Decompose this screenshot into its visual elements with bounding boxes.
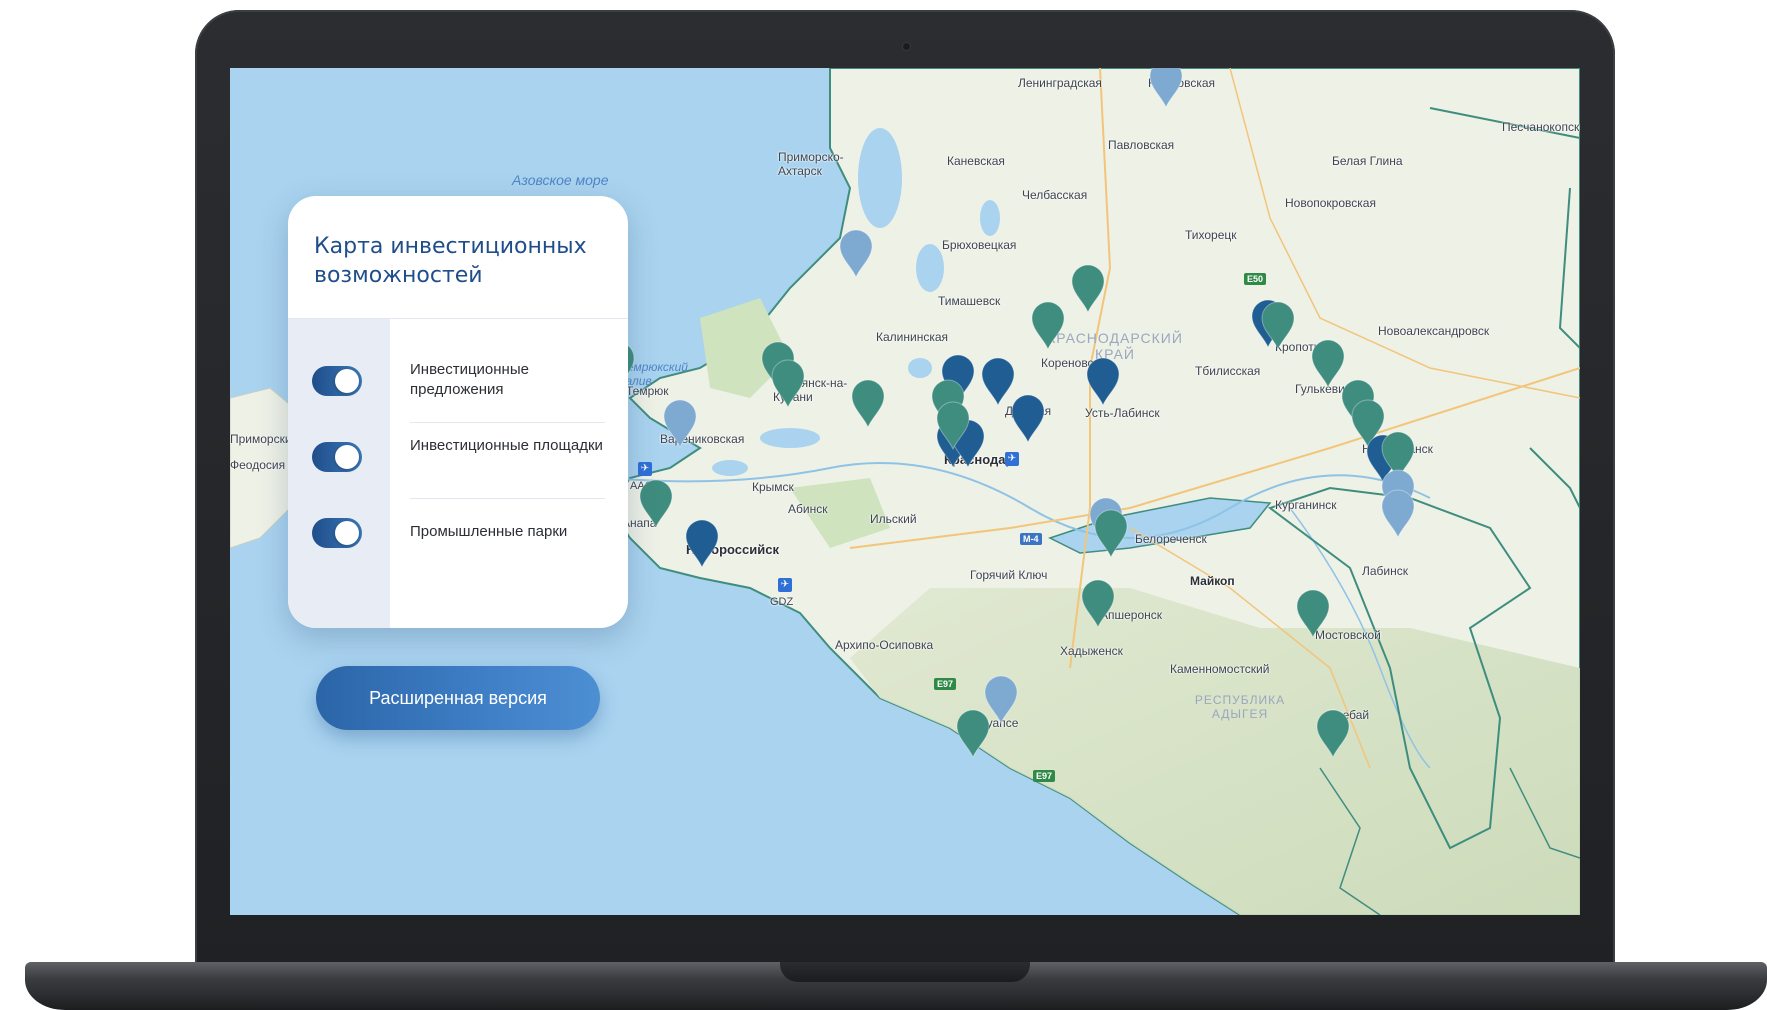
pin-shape bbox=[1081, 579, 1115, 628]
place-label: Ильский bbox=[870, 512, 917, 526]
place-label: Крымск bbox=[752, 480, 794, 494]
layers-panel: Карта инвестиционных возможностей Инвест… bbox=[288, 196, 628, 628]
pin-shape bbox=[1086, 357, 1120, 406]
layer-row-investment-offers[interactable]: Инвестиционные предложения bbox=[288, 348, 628, 414]
pin-shape bbox=[771, 359, 805, 408]
place-label: Курганинск bbox=[1275, 498, 1337, 512]
camera-icon bbox=[902, 42, 911, 51]
place-label: Усть-Лабинск bbox=[1085, 406, 1160, 420]
place-label: Брюховецкая bbox=[942, 238, 1017, 252]
place-label: Каменномостский bbox=[1170, 662, 1270, 676]
toggle-label: Инвестиционные площадки bbox=[410, 437, 603, 454]
pin-shape bbox=[851, 379, 885, 428]
place-label: Хадыженск bbox=[1060, 644, 1123, 658]
place-label: Майкоп bbox=[1190, 574, 1235, 588]
place-label: Приморско-Ахтарск bbox=[778, 150, 844, 178]
map-pin-icon[interactable] bbox=[838, 228, 874, 278]
pin-shape bbox=[839, 229, 873, 278]
airport-code: GDZ bbox=[770, 596, 794, 608]
pin-shape bbox=[1381, 489, 1415, 538]
pin-shape bbox=[639, 479, 673, 528]
pin-shape bbox=[1261, 301, 1295, 350]
pin-shape bbox=[1011, 394, 1045, 443]
map-pin-icon[interactable] bbox=[1093, 508, 1129, 558]
airport-icon[interactable]: ✈ bbox=[638, 462, 652, 476]
place-label: Лабинск bbox=[1362, 564, 1409, 578]
pin-shape bbox=[663, 399, 697, 448]
pin-shape bbox=[1031, 301, 1065, 350]
toggle-label: Инвестиционные предложения bbox=[410, 361, 529, 398]
pin-shape bbox=[1316, 709, 1350, 758]
map-pin-icon[interactable] bbox=[1085, 356, 1121, 406]
place-label: Новопокровская bbox=[1285, 196, 1376, 210]
map-pin-icon[interactable] bbox=[638, 478, 674, 528]
map-pin-icon[interactable] bbox=[684, 518, 720, 568]
screen: Азовское море Темрюкский залив КРАСНОДАР… bbox=[230, 68, 1580, 915]
place-label: Калининская bbox=[876, 330, 949, 344]
place-label: Тихорецк bbox=[1185, 228, 1237, 242]
road-shield: E97 bbox=[934, 678, 957, 690]
place-label: Павловская bbox=[1108, 138, 1175, 152]
extended-version-button[interactable]: Расширенная версия bbox=[316, 666, 600, 730]
place-label: Горячий Ключ bbox=[970, 568, 1048, 582]
pin-shape bbox=[1094, 509, 1128, 558]
map-pin-icon[interactable] bbox=[1080, 578, 1116, 628]
map-pin-icon[interactable] bbox=[1295, 588, 1331, 638]
road-shield: E97 bbox=[1033, 770, 1056, 782]
place-label: Белая Глина bbox=[1332, 154, 1403, 168]
pin-shape bbox=[1149, 68, 1183, 108]
sea-label-azov: Азовское море bbox=[512, 172, 609, 188]
place-label: Новоалександровск bbox=[1378, 324, 1490, 338]
pin-shape bbox=[936, 401, 970, 450]
pin-shape bbox=[956, 709, 990, 758]
toggle-knob bbox=[335, 521, 359, 545]
toggle-knob bbox=[335, 445, 359, 469]
toggle-knob bbox=[335, 369, 359, 393]
investment-offers-toggle[interactable] bbox=[312, 366, 362, 396]
place-label: Белореченск bbox=[1135, 532, 1207, 546]
road-shield: E50 bbox=[1244, 273, 1267, 285]
place-label: Архипо-Осиповка bbox=[835, 638, 934, 652]
panel-title: Карта инвестиционных возможностей bbox=[314, 234, 587, 288]
map-pin-icon[interactable] bbox=[1010, 393, 1046, 443]
map-pin-icon[interactable] bbox=[850, 378, 886, 428]
place-label: Песчанокопское bbox=[1502, 120, 1580, 134]
map-pin-icon[interactable] bbox=[1380, 488, 1416, 538]
map-pin-icon[interactable] bbox=[955, 708, 991, 758]
investment-sites-toggle[interactable] bbox=[312, 442, 362, 472]
row-separator bbox=[410, 498, 605, 499]
place-label: Челбасская bbox=[1022, 188, 1088, 202]
place-label: Феодосия bbox=[230, 458, 286, 472]
industrial-parks-toggle[interactable] bbox=[312, 518, 362, 548]
pin-shape bbox=[685, 519, 719, 568]
map-pin-icon[interactable] bbox=[1030, 300, 1066, 350]
map-pin-icon[interactable] bbox=[770, 358, 806, 408]
map-pin-icon[interactable] bbox=[1070, 263, 1106, 313]
place-label: Ленинградская bbox=[1018, 76, 1102, 90]
airport-icon[interactable]: ✈ bbox=[778, 578, 792, 592]
pin-shape bbox=[1296, 589, 1330, 638]
map-pin-icon[interactable] bbox=[935, 400, 971, 450]
row-separator bbox=[410, 422, 605, 423]
layer-row-industrial-parks[interactable]: Промышленные парки bbox=[288, 500, 628, 566]
place-label: Тбилисская bbox=[1195, 364, 1261, 378]
laptop-notch bbox=[780, 962, 1030, 982]
region-label-adygea: РЕСПУБЛИКА АДЫГЕЯ bbox=[1194, 693, 1286, 721]
map-pin-icon[interactable] bbox=[662, 398, 698, 448]
road-shield: M-4 bbox=[1020, 533, 1042, 545]
place-label: Абинск bbox=[788, 502, 828, 516]
pin-shape bbox=[1071, 264, 1105, 313]
layer-row-investment-sites[interactable]: Инвестиционные площадки bbox=[288, 424, 628, 490]
toggle-label: Промышленные парки bbox=[410, 523, 568, 540]
map-pin-icon[interactable] bbox=[1148, 68, 1184, 108]
map-pin-icon[interactable] bbox=[1315, 708, 1351, 758]
map-pin-icon[interactable] bbox=[1260, 300, 1296, 350]
place-label: Тимашевск bbox=[938, 294, 1001, 308]
place-label: Каневская bbox=[947, 154, 1005, 168]
airport-icon[interactable]: ✈ bbox=[1005, 452, 1019, 466]
